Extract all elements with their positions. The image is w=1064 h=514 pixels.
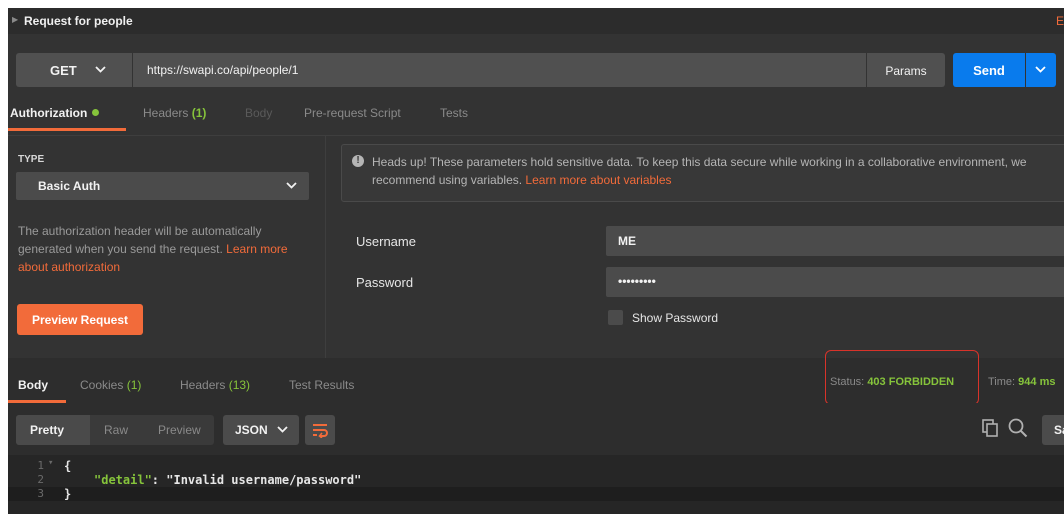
- tab-headers-label: Headers: [143, 106, 189, 120]
- auth-type-select[interactable]: Basic Auth: [16, 172, 309, 200]
- view-pretty-button[interactable]: Pretty: [30, 423, 64, 437]
- json-separator: :: [151, 473, 167, 487]
- tab-headers[interactable]: Headers (1): [143, 106, 206, 120]
- tab-response-headers[interactable]: Headers (13): [180, 378, 250, 392]
- line-number: 1: [37, 459, 44, 472]
- save-response-button[interactable]: Sa: [1042, 415, 1064, 445]
- method-select[interactable]: GET: [16, 53, 132, 87]
- username-field[interactable]: ME: [606, 226, 1064, 256]
- save-response-label: Sa: [1054, 423, 1064, 437]
- fold-arrow-icon[interactable]: ▾: [48, 458, 53, 468]
- type-label: TYPE: [18, 154, 45, 165]
- format-value: JSON: [235, 423, 268, 437]
- request-bar: GET https://swapi.co/api/people/1 Params…: [8, 34, 1064, 98]
- password-value: •••••••••: [618, 274, 656, 288]
- chevron-down-icon: [95, 66, 106, 73]
- response-body-code[interactable]: 1 ▾ { 2 "detail": "Invalid username/pass…: [8, 455, 1064, 514]
- time-value: 944 ms: [1018, 376, 1056, 388]
- wrap-lines-icon: [313, 424, 328, 438]
- show-password-label[interactable]: Show Password: [632, 311, 718, 325]
- chevron-down-icon: [1035, 66, 1046, 73]
- view-mode-group: Pretty Raw Preview: [16, 415, 214, 445]
- show-password-checkbox[interactable]: [608, 310, 623, 325]
- line-number: 3: [37, 487, 44, 500]
- tab-test-results[interactable]: Test Results: [289, 378, 354, 392]
- send-button[interactable]: Send: [953, 53, 1025, 87]
- method-label: GET: [50, 63, 77, 78]
- title-right-link[interactable]: E: [1056, 14, 1064, 28]
- copy-icon[interactable]: [982, 419, 998, 437]
- time-readout: Time: 944 ms: [988, 376, 1055, 388]
- tab-authorization[interactable]: Authorization: [10, 106, 100, 120]
- view-preview-button[interactable]: Preview: [158, 423, 201, 437]
- status-highlight-box: [825, 350, 979, 405]
- code-text: "detail": "Invalid username/password": [94, 473, 361, 487]
- auth-type-panel: TYPE Basic Auth The authorization header…: [8, 136, 326, 358]
- request-name[interactable]: Request for people: [24, 14, 133, 28]
- chevron-down-icon: [277, 426, 288, 433]
- code-text: }: [64, 487, 72, 501]
- code-line: 3 }: [8, 487, 1064, 501]
- notice-text: Heads up! These parameters hold sensitiv…: [372, 153, 1064, 189]
- send-options-button[interactable]: [1026, 53, 1056, 87]
- line-number: 2: [37, 473, 44, 486]
- url-input[interactable]: https://swapi.co/api/people/1: [133, 53, 866, 87]
- url-value: https://swapi.co/api/people/1: [147, 63, 299, 77]
- tab-tests[interactable]: Tests: [440, 106, 468, 120]
- params-label: Params: [885, 64, 927, 78]
- tab-response-headers-count: (13): [228, 378, 251, 392]
- auth-description: The authorization header will be automat…: [18, 222, 308, 276]
- tab-headers-count: (1): [191, 106, 207, 120]
- tab-response-headers-label: Headers: [180, 378, 226, 392]
- username-value: ME: [618, 234, 636, 248]
- time-label: Time:: [988, 376, 1016, 388]
- auth-type-value: Basic Auth: [38, 179, 101, 193]
- json-key: "detail": [94, 473, 152, 487]
- response-toolbar: Pretty Raw Preview JSON Sa: [8, 403, 1064, 455]
- tab-pre-request-script[interactable]: Pre-request Script: [304, 106, 401, 120]
- password-field[interactable]: •••••••••: [606, 267, 1064, 297]
- auth-description-text: The authorization header will be automat…: [18, 224, 262, 256]
- learn-more-variables-link[interactable]: Learn more about variables: [525, 173, 671, 187]
- postman-window: ▶ Request for people E GET https://swapi…: [8, 8, 1064, 514]
- tab-authorization-label: Authorization: [10, 106, 88, 120]
- tab-cookies-count: (1): [126, 378, 142, 392]
- search-icon[interactable]: [1008, 418, 1028, 438]
- status-dot-icon: [92, 109, 100, 116]
- active-tab-indicator: [8, 128, 126, 131]
- send-label: Send: [973, 63, 1005, 78]
- caret-right-icon[interactable]: ▶: [12, 15, 18, 24]
- request-tabs: Authorization Headers (1) Body Pre-reque…: [8, 98, 1064, 136]
- params-button[interactable]: Params: [867, 53, 945, 87]
- code-text: {: [64, 459, 72, 473]
- username-label: Username: [356, 234, 416, 249]
- view-raw-button[interactable]: Raw: [104, 423, 128, 437]
- chevron-down-icon: [286, 182, 297, 189]
- password-label: Password: [356, 275, 414, 290]
- notice-message: Heads up! These parameters hold sensitiv…: [372, 155, 1027, 187]
- tab-response-cookies[interactable]: Cookies (1): [80, 378, 141, 392]
- tab-cookies-label: Cookies: [80, 378, 124, 392]
- code-line: 2 "detail": "Invalid username/password": [8, 473, 1064, 487]
- format-select[interactable]: JSON: [223, 415, 299, 445]
- json-value: "Invalid username/password": [166, 473, 362, 487]
- tab-response-body[interactable]: Body: [18, 378, 48, 392]
- tab-body[interactable]: Body: [245, 106, 272, 120]
- code-line: 1 ▾ {: [8, 458, 1064, 473]
- preview-request-label: Preview Request: [31, 313, 129, 327]
- info-icon: !: [352, 155, 364, 167]
- preview-request-button[interactable]: Preview Request: [17, 304, 143, 335]
- sensitive-data-notice: ! Heads up! These parameters hold sensit…: [341, 144, 1064, 202]
- request-title-bar: ▶ Request for people E: [8, 8, 1064, 34]
- wrap-lines-button[interactable]: [305, 415, 335, 445]
